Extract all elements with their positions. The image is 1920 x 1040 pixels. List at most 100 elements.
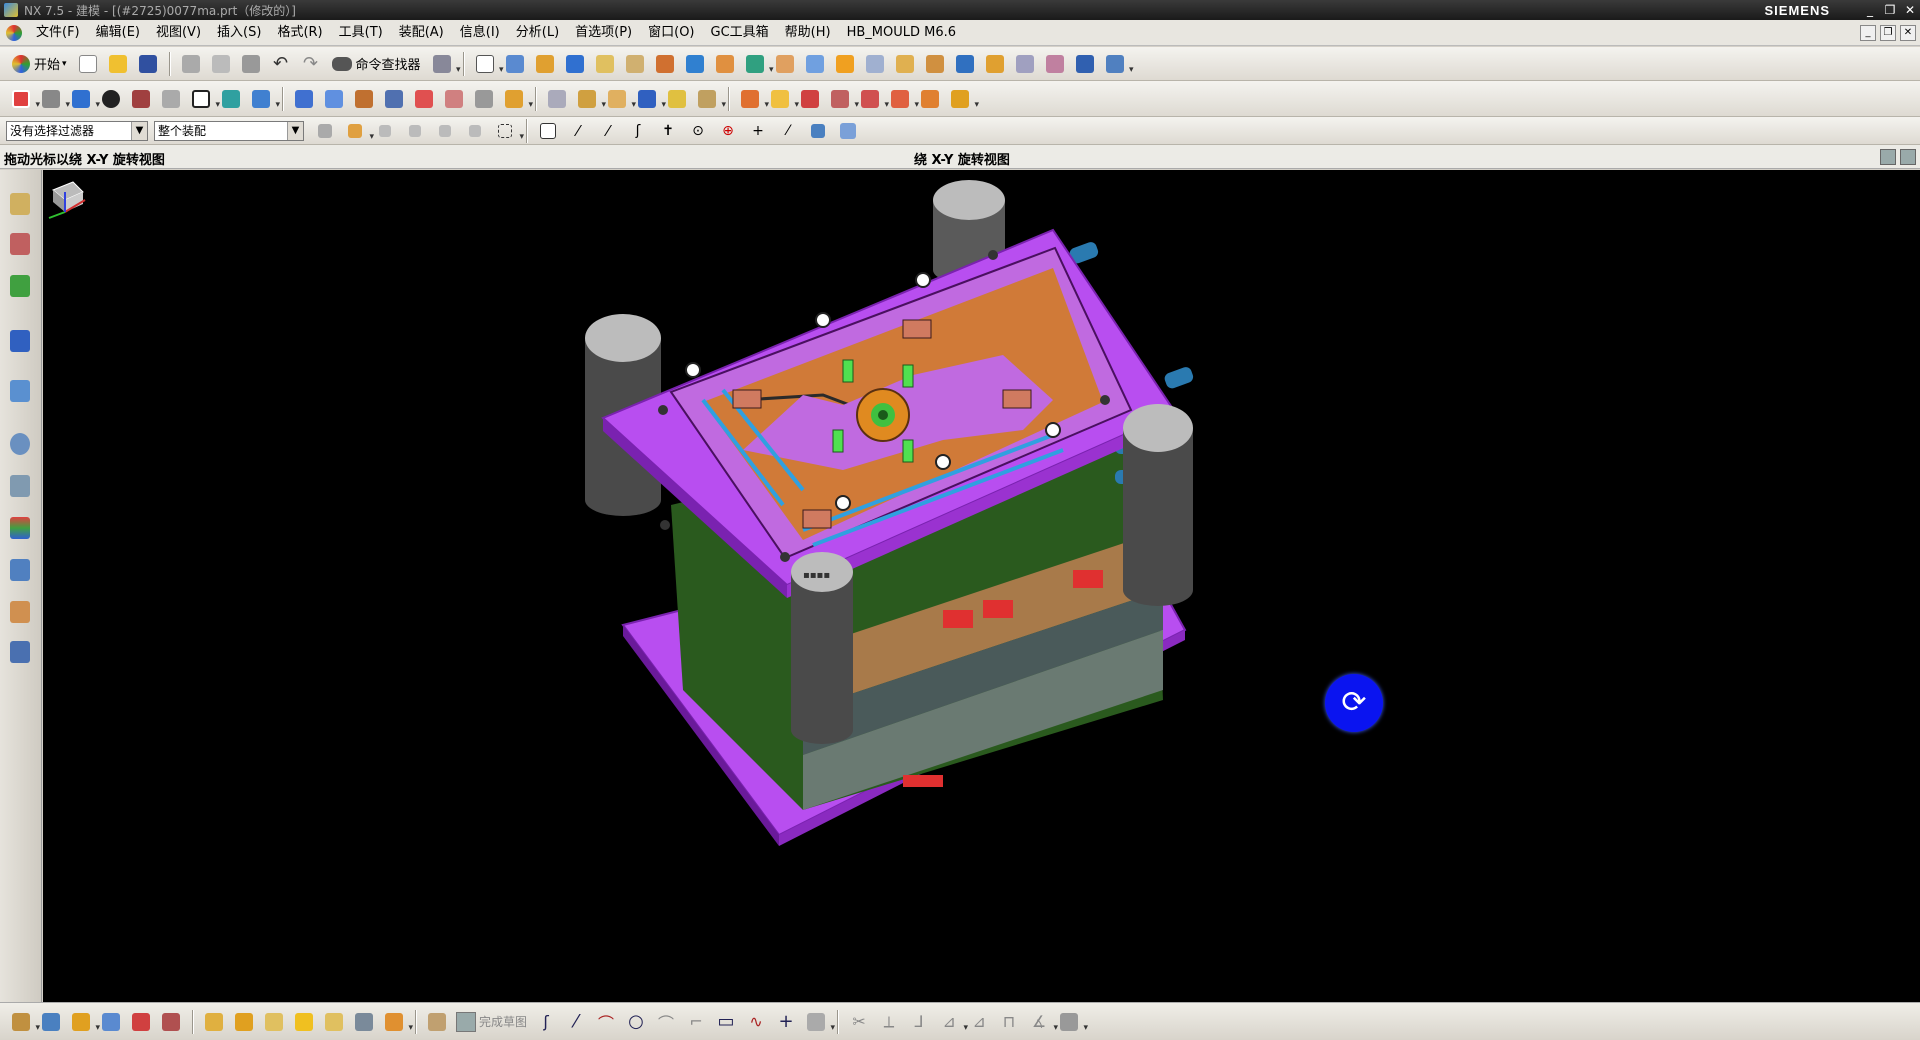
undo-button[interactable]: ↶ <box>268 51 294 77</box>
menu-information[interactable]: 信息(I) <box>452 20 508 46</box>
redo-button[interactable]: ↷ <box>298 51 324 77</box>
quick-trim-button[interactable]: ✂ <box>846 1009 872 1035</box>
fillet-button[interactable]: ⌒ <box>653 1009 679 1035</box>
wave-link-button[interactable] <box>381 1009 413 1035</box>
menu-view[interactable]: 视图(V) <box>148 20 209 46</box>
snap-point-on-curve-button[interactable]: ⁄ <box>775 118 801 144</box>
cue-line-close-button[interactable] <box>1900 149 1916 165</box>
select-bodies-button[interactable] <box>402 118 428 144</box>
constraints-button[interactable]: ⊿ <box>936 1009 968 1035</box>
transform-button[interactable] <box>634 86 666 112</box>
snap-existing-point-button[interactable]: + <box>745 118 771 144</box>
mate-component-button[interactable] <box>231 1009 257 1035</box>
clearance-button[interactable] <box>321 1009 347 1035</box>
start-button[interactable]: 开始 ▾ <box>6 51 73 77</box>
offset-face-button[interactable] <box>952 51 978 77</box>
select-features-button[interactable] <box>372 118 398 144</box>
reuse-library-tab[interactable] <box>6 325 34 357</box>
select-components-button[interactable] <box>432 118 458 144</box>
draft-analysis-button[interactable] <box>694 86 726 112</box>
transform-component-button[interactable] <box>158 1009 184 1035</box>
ruled-button[interactable] <box>381 86 407 112</box>
fit-view-button[interactable] <box>8 86 40 112</box>
datum-plane-button[interactable] <box>38 1009 64 1035</box>
line-button[interactable]: ⁄ <box>563 1009 589 1035</box>
standard-part-button[interactable] <box>797 86 823 112</box>
snap-endpoint-button[interactable]: ⁄ <box>565 118 591 144</box>
sketch-button[interactable] <box>472 51 504 77</box>
make-corner-button[interactable]: ⅃ <box>906 1009 932 1035</box>
profile-button[interactable]: ʃ <box>533 1009 559 1035</box>
section-view-button[interactable] <box>128 86 154 112</box>
menu-insert[interactable]: 插入(S) <box>209 20 269 46</box>
general-selection-button[interactable] <box>342 118 374 144</box>
ejector-button[interactable] <box>827 86 859 112</box>
snap-control-point-button[interactable]: ʃ <box>625 118 651 144</box>
edge-display-button[interactable] <box>98 86 124 112</box>
system-scenes-tab[interactable] <box>6 636 34 668</box>
history-tab[interactable] <box>6 470 34 502</box>
extension-button[interactable] <box>471 86 497 112</box>
bounded-plane-button[interactable] <box>411 86 437 112</box>
system-materials-tab[interactable] <box>6 512 34 544</box>
roles-tab[interactable] <box>6 596 34 628</box>
select-sketches-button[interactable] <box>462 118 488 144</box>
paste-button[interactable] <box>238 51 264 77</box>
mirror-assembly-button[interactable] <box>291 1009 317 1035</box>
menu-help[interactable]: 帮助(H) <box>777 20 839 46</box>
restore-button[interactable]: ❐ <box>1880 1 1900 19</box>
mirror-body-button[interactable] <box>1072 51 1098 77</box>
chamfer-sketch-button[interactable]: ⌐ <box>683 1009 709 1035</box>
trim-sheet-button[interactable] <box>441 86 467 112</box>
reset-filter-button[interactable] <box>312 118 338 144</box>
new-file-button[interactable] <box>75 51 101 77</box>
sketch-options-button[interactable] <box>1056 1009 1088 1035</box>
extrude-button[interactable] <box>502 51 528 77</box>
arc-button[interactable]: ⌒ <box>593 1009 619 1035</box>
save-button[interactable] <box>135 51 161 77</box>
menu-assembly[interactable]: 装配(A) <box>391 20 452 46</box>
move-face-button[interactable] <box>128 1009 154 1035</box>
graphics-window[interactable]: ▪▪▪▪ ⟳ <box>43 170 1920 1002</box>
associative-copy-button[interactable] <box>98 1009 124 1035</box>
point-constructor-button[interactable] <box>8 1009 40 1035</box>
part-navigator-tab[interactable] <box>6 270 34 302</box>
web-browser-tab[interactable] <box>6 428 34 460</box>
display-constraints-button[interactable]: ∡ <box>1026 1009 1058 1035</box>
block-button[interactable] <box>562 51 588 77</box>
thicken-button[interactable] <box>1012 51 1038 77</box>
menu-preferences[interactable]: 首选项(P) <box>567 20 640 46</box>
rapid-dimension-button[interactable]: ⊓ <box>996 1009 1022 1035</box>
doc-minimize-button[interactable]: _ <box>1860 24 1876 41</box>
snap-intersection-button[interactable]: ✝ <box>655 118 681 144</box>
close-button[interactable]: ✕ <box>1900 1 1920 19</box>
menu-window[interactable]: 窗口(O) <box>640 20 702 46</box>
datum-button[interactable] <box>248 86 280 112</box>
snap-quadrant-button[interactable]: ⊕ <box>715 118 741 144</box>
boss-button[interactable] <box>652 51 678 77</box>
snap-enable-button[interactable] <box>535 118 561 144</box>
studio-spline-button[interactable]: ∿ <box>743 1009 769 1035</box>
sew-button[interactable] <box>982 51 1008 77</box>
assembly-navigator-tab[interactable] <box>6 188 34 220</box>
menu-tools[interactable]: 工具(T) <box>331 20 391 46</box>
pocket-button[interactable] <box>682 51 708 77</box>
minimize-button[interactable]: _ <box>1860 1 1880 19</box>
menu-gc-toolkit[interactable]: GC工具箱 <box>703 20 777 46</box>
menu-file[interactable]: 文件(F) <box>28 20 88 46</box>
pattern-button[interactable] <box>712 51 738 77</box>
swept-button[interactable] <box>351 86 377 112</box>
slider-button[interactable] <box>857 86 889 112</box>
selection-options-button[interactable] <box>429 51 461 77</box>
synchronous-button[interactable] <box>1102 51 1134 77</box>
snap-arc-center-button[interactable]: ⊙ <box>685 118 711 144</box>
open-file-button[interactable] <box>105 51 131 77</box>
layout-button[interactable] <box>188 86 220 112</box>
auto-constrain-button[interactable]: ⊿ <box>966 1009 992 1035</box>
background-button[interactable] <box>158 86 184 112</box>
menu-hb-mould[interactable]: HB_MOULD M6.6 <box>839 20 964 46</box>
datum-axis-button[interactable] <box>68 1009 100 1035</box>
snap-bounded-grid-button[interactable] <box>835 118 861 144</box>
revolve-button[interactable] <box>532 51 558 77</box>
sketch-point-button[interactable]: + <box>773 1009 799 1035</box>
